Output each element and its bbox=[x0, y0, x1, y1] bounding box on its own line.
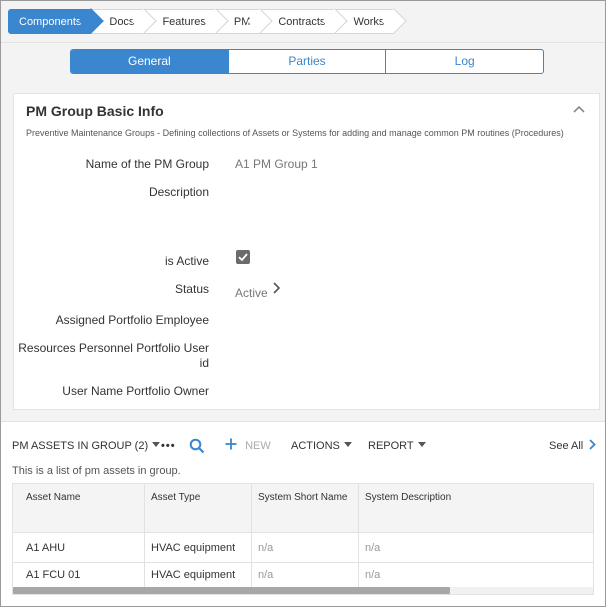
resources-label: Resources Personnel Portfolio User id bbox=[18, 341, 209, 371]
list-toolbar: PM ASSETS IN GROUP (2) ••• NEW ACTIONS R… bbox=[12, 438, 597, 454]
owner-label: User Name Portfolio Owner bbox=[62, 384, 209, 398]
caret-down-icon bbox=[343, 442, 352, 447]
column-header-asset-type[interactable]: Asset Type bbox=[151, 492, 200, 503]
card-subtitle: Preventive Maintenance Groups - Defining… bbox=[26, 128, 564, 138]
resources-label-line2: id bbox=[199, 356, 209, 370]
new-label: NEW bbox=[245, 440, 271, 452]
caret-down-icon bbox=[417, 442, 426, 447]
search-icon[interactable] bbox=[189, 438, 205, 454]
report-dropdown[interactable]: REPORT bbox=[368, 438, 426, 454]
column-divider bbox=[144, 484, 145, 589]
check-icon bbox=[238, 253, 248, 262]
cell-system-short-name: n/a bbox=[258, 542, 274, 554]
cell-system-description: n/a bbox=[365, 569, 381, 581]
cell-system-description: n/a bbox=[365, 542, 381, 554]
cell-asset-name[interactable]: A1 FCU 01 bbox=[26, 569, 80, 581]
employee-label: Assigned Portfolio Employee bbox=[55, 313, 209, 327]
pm-assets-section: PM ASSETS IN GROUP (2) ••• NEW ACTIONS R… bbox=[1, 421, 605, 606]
cell-asset-type: HVAC equipment bbox=[151, 542, 236, 554]
actions-dropdown[interactable]: ACTIONS bbox=[291, 438, 352, 454]
chevron-up-icon[interactable] bbox=[573, 104, 585, 114]
cell-asset-type: HVAC equipment bbox=[151, 569, 236, 581]
column-header-system-description[interactable]: System Description bbox=[365, 492, 451, 503]
list-description: This is a list of pm assets in group. bbox=[12, 465, 181, 477]
assets-table: Asset Name Asset Type System Short Name … bbox=[12, 483, 594, 595]
column-divider bbox=[251, 484, 252, 589]
caret-down-icon bbox=[152, 442, 161, 447]
description-label: Description bbox=[148, 185, 209, 199]
see-all-label: See All bbox=[549, 440, 584, 452]
chevron-right-icon bbox=[589, 439, 597, 450]
tab-log[interactable]: Log bbox=[385, 50, 543, 73]
more-options-icon[interactable]: ••• bbox=[161, 438, 176, 454]
breadcrumb: Components Docs Features PM Contracts Wo… bbox=[8, 9, 395, 34]
scrollbar-thumb[interactable] bbox=[13, 587, 450, 594]
see-all-link[interactable]: See All bbox=[549, 438, 597, 454]
is-active-checkbox[interactable] bbox=[236, 250, 250, 264]
row-divider bbox=[13, 562, 593, 563]
list-title-dropdown[interactable]: PM ASSETS IN GROUP (2) bbox=[12, 438, 161, 454]
column-header-system-short-name[interactable]: System Short Name bbox=[258, 492, 347, 503]
cell-asset-name[interactable]: A1 AHU bbox=[26, 542, 65, 554]
is-active-label: is Active bbox=[164, 254, 209, 268]
basic-info-card: PM Group Basic Info Preventive Maintenan… bbox=[13, 93, 600, 410]
plus-icon bbox=[225, 438, 237, 450]
tab-general[interactable]: General bbox=[71, 50, 228, 73]
column-divider bbox=[358, 484, 359, 589]
breadcrumb-divider bbox=[1, 42, 605, 43]
horizontal-scrollbar[interactable] bbox=[13, 587, 593, 594]
tab-parties[interactable]: Parties bbox=[227, 50, 386, 73]
app-frame: Components Docs Features PM Contracts Wo… bbox=[0, 0, 606, 607]
column-header-asset-name[interactable]: Asset Name bbox=[26, 492, 80, 503]
status-label: Status bbox=[174, 282, 209, 296]
name-value[interactable]: A1 PM Group 1 bbox=[235, 157, 318, 171]
tab-bar: General Parties Log bbox=[70, 49, 544, 74]
card-title: PM Group Basic Info bbox=[26, 103, 164, 119]
table-header: Asset Name Asset Type System Short Name … bbox=[13, 484, 593, 533]
actions-label: ACTIONS bbox=[291, 440, 340, 452]
resources-label-line1: Resources Personnel Portfolio User bbox=[18, 341, 209, 355]
cell-system-short-name: n/a bbox=[258, 569, 274, 581]
status-value[interactable]: Active bbox=[235, 286, 268, 300]
chevron-right-icon[interactable] bbox=[271, 282, 281, 294]
new-button[interactable]: NEW bbox=[225, 438, 271, 454]
report-label: REPORT bbox=[368, 440, 414, 452]
name-label: Name of the PM Group bbox=[85, 157, 209, 171]
breadcrumb-item-components[interactable]: Components bbox=[8, 9, 92, 34]
list-title: PM ASSETS IN GROUP (2) bbox=[12, 440, 149, 452]
